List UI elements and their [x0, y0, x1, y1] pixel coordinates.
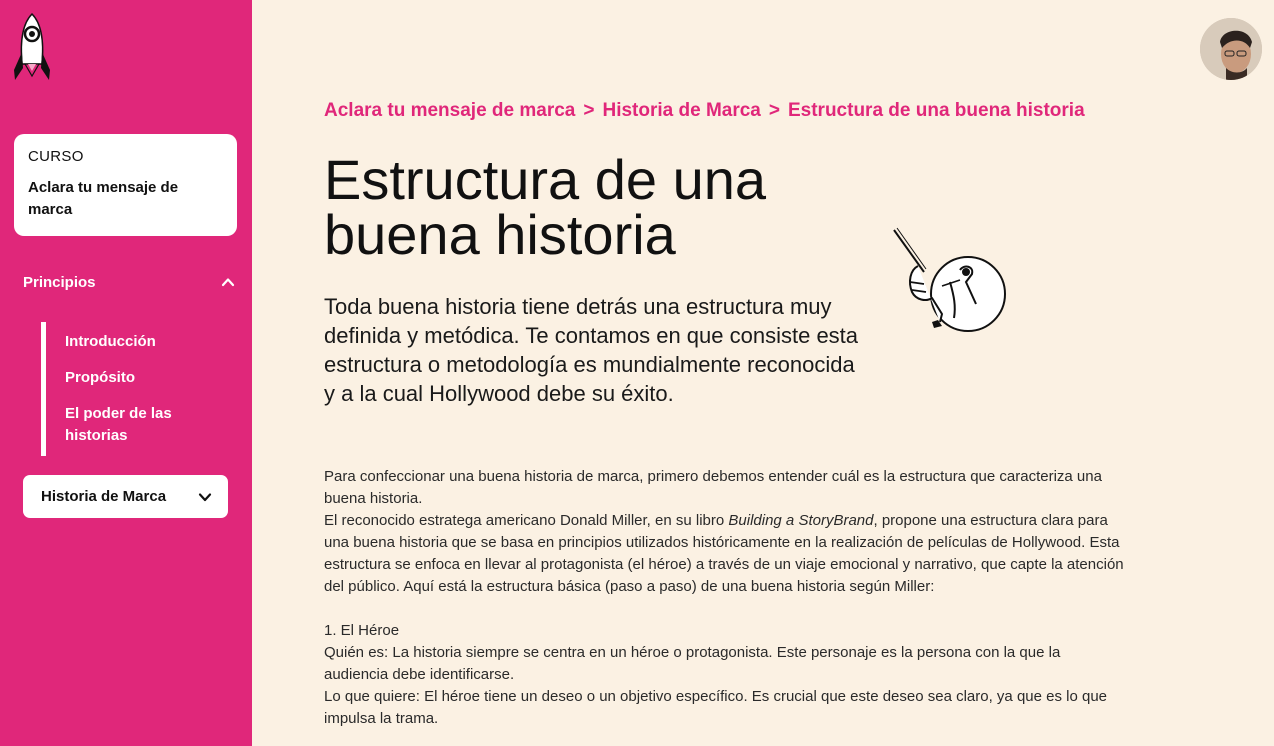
breadcrumb: Aclara tu mensaje de marca > Historia de M… [324, 100, 1085, 122]
breadcrumb-module[interactable]: Historia de Marca [602, 100, 760, 121]
article-body: Para confeccionar una buena historia de … [324, 466, 1124, 730]
breadcrumb-separator: > [768, 100, 780, 121]
module-label: Historia de Marca [41, 488, 167, 505]
sidebar-item-introduccion[interactable]: Introducción [65, 331, 156, 353]
paragraph: Para confeccionar una buena historia de … [324, 468, 1102, 507]
sidebar-item-poder-historias[interactable]: El poder de las historias [65, 403, 215, 447]
paragraph: Lo que quiere: El héroe tiene un deseo o… [324, 688, 1108, 727]
hand-pointer-illustration [893, 227, 1006, 332]
paragraph: El reconocido estratega americano Donald… [324, 510, 1124, 598]
section-principios-toggle[interactable]: Principios [23, 270, 235, 294]
rocket-icon[interactable] [12, 12, 52, 84]
course-kicker: CURSO [28, 148, 84, 165]
module-historia-de-marca-dropdown[interactable]: Historia de Marca [23, 475, 228, 518]
sidebar-item-proposito[interactable]: Propósito [65, 367, 135, 389]
chevron-down-icon [198, 492, 212, 501]
page-lead: Toda buena historia tiene detrás una est… [324, 294, 859, 406]
sidebar: CURSO Aclara tu mensaje de marca Princip… [0, 0, 252, 746]
course-title: Aclara tu mensaje de marca [28, 179, 179, 218]
page-title: Estructura de una buena historia [324, 148, 767, 266]
breadcrumb-course[interactable]: Aclara tu mensaje de marca [324, 100, 575, 121]
paragraph-text: El reconocido estratega americano Donald… [324, 512, 729, 529]
breadcrumb-current: Estructura de una buena historia [787, 100, 1085, 121]
chevron-up-icon [221, 278, 235, 287]
section-items-list: Introducción Propósito El poder de las h… [41, 322, 241, 456]
book-title: Building a StoryBrand [728, 512, 874, 529]
paragraph: Quién es: La historia siempre se centra … [324, 644, 1061, 683]
user-avatar[interactable] [1200, 18, 1262, 80]
course-card: CURSO Aclara tu mensaje de marca [14, 134, 237, 236]
section-title: Principios [23, 273, 96, 291]
breadcrumb-separator: > [583, 100, 595, 121]
step-title: 1. El Héroe [324, 622, 400, 639]
